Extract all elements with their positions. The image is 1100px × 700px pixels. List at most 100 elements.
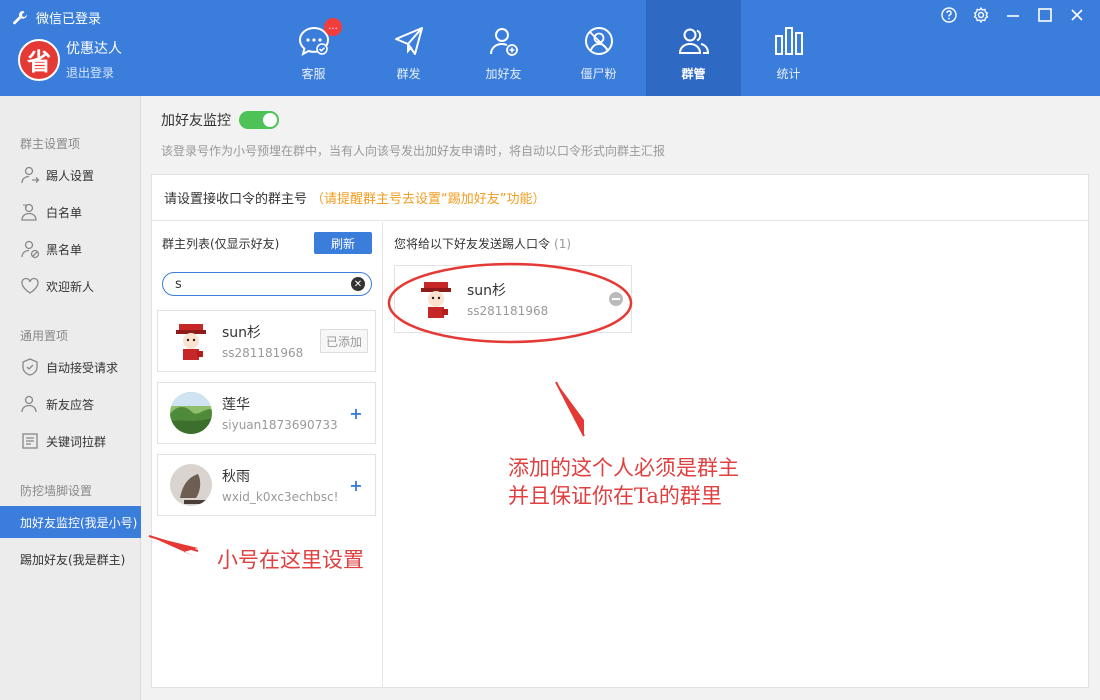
panel-header: 请设置接收口令的群主号 （请提醒群主号去设置“踢加好友”功能） — [152, 175, 1088, 221]
nav-item-statistics[interactable]: 统计 — [741, 0, 836, 96]
nav-label: 群发 — [396, 67, 421, 81]
heart-icon — [21, 277, 39, 294]
contact-id: ss281181968 — [222, 346, 304, 360]
nav-label: 群管 — [681, 67, 706, 81]
annotation-note-left: 小号在这里设置 — [217, 548, 364, 572]
sidebar-item-label: 踢加好友(我是群主) — [20, 552, 126, 567]
annotation-line: 并且保证你在Ta的群里 — [508, 484, 722, 508]
selected-header: 您将给以下好友发送踢人口令 (1) — [394, 235, 571, 252]
panel-title: 请设置接收口令的群主号 — [164, 192, 308, 207]
sidebar-item-label: 欢迎新人 — [46, 279, 95, 294]
contact-avatar — [170, 464, 212, 506]
remove-icon[interactable] — [609, 292, 623, 306]
window-controls — [940, 6, 1086, 24]
shield-icon — [22, 358, 38, 376]
left-sidebar: 群主设置项 踢人设置 白名单 黑名单 欢迎新人 通用置项 自动接受请求 新友应答… — [0, 96, 141, 700]
contact-name: sun杉 — [467, 283, 507, 299]
whitelist-icon — [21, 203, 37, 221]
help-icon[interactable] — [940, 6, 958, 24]
sidebar-item-label: 白名单 — [46, 205, 83, 220]
contact-avatar — [415, 278, 457, 320]
contact-name: sun杉 — [222, 325, 262, 341]
sidebar-item-welcome[interactable]: 欢迎新人 — [0, 270, 141, 302]
selected-title: 您将给以下好友发送踢人口令 — [394, 237, 551, 251]
selected-count: (1) — [554, 237, 572, 251]
contact-name: 秋雨 — [222, 469, 250, 485]
kick-user-icon — [21, 166, 40, 184]
contact-id: wxid_k0xc3echbsc! — [222, 490, 339, 504]
account-avatar[interactable]: 省 — [18, 38, 60, 81]
user-reply-icon — [21, 395, 37, 413]
sidebar-item-label: 加好友监控(我是小号) — [20, 515, 138, 530]
keyword-icon — [22, 433, 38, 449]
toggle-label: 加好友监控 — [161, 113, 231, 129]
top-header: 微信已登录 省 优惠达人 退出登录 ... 客服 群发 加好友 僵尸粉 群管 统… — [0, 0, 1100, 96]
list-item[interactable]: 秋雨 wxid_k0xc3echbsc! + — [157, 454, 376, 516]
contact-id: siyuan1873690733 — [222, 418, 338, 432]
nav-label: 客服 — [301, 67, 326, 81]
maximize-icon[interactable] — [1036, 6, 1054, 24]
owner-list-title: 群主列表(仅显示好友) — [162, 236, 280, 251]
sidebar-item-label: 黑名单 — [46, 242, 83, 257]
sidebar-item-friend-monitor[interactable]: 加好友监控(我是小号) — [0, 506, 141, 538]
refresh-button[interactable]: 刷新 — [314, 232, 372, 254]
contact-name: 莲华 — [222, 397, 250, 413]
clear-search-icon[interactable]: ✕ — [351, 277, 365, 291]
selected-contact-card[interactable]: sun杉 ss281181968 — [394, 265, 632, 333]
panel-warning: （请提醒群主号去设置“踢加好友”功能） — [311, 192, 546, 207]
settings-icon[interactable] — [972, 6, 990, 24]
sidebar-item-label: 踢人设置 — [46, 168, 95, 183]
nav-item-broadcast[interactable]: 群发 — [361, 0, 456, 96]
sidebar-item-label: 自动接受请求 — [46, 360, 119, 375]
stats-icon — [774, 27, 803, 55]
contact-avatar — [170, 392, 212, 434]
add-contact-button[interactable]: + — [347, 404, 365, 423]
main-nav: ... 客服 群发 加好友 僵尸粉 群管 统计 — [266, 0, 836, 96]
status-text: 微信已登录 — [36, 12, 102, 27]
list-item[interactable]: sun杉 ss281181968 已添加 — [157, 310, 376, 372]
logout-link[interactable]: 退出登录 — [66, 64, 122, 81]
nav-label: 加好友 — [485, 67, 522, 81]
send-icon — [394, 27, 423, 55]
main-content: 加好友监控 该登录号作为小号预埋在群中，当有人向该号发出加好友申请时，将自动以口… — [141, 96, 1100, 700]
close-icon[interactable] — [1068, 6, 1086, 24]
list-item[interactable]: 莲华 siyuan1873690733 + — [157, 382, 376, 444]
zombie-fans-icon — [584, 27, 613, 55]
add-friend-icon — [489, 28, 518, 56]
sidebar-item-label: 新友应答 — [46, 397, 95, 412]
search-input[interactable]: s ✕ — [162, 272, 372, 296]
account-profile: 省 优惠达人 退出登录 — [18, 38, 122, 81]
monitor-toggle-row: 加好友监控 — [161, 110, 279, 130]
sidebar-item-auto-accept[interactable]: 自动接受请求 — [0, 351, 141, 383]
search-value: s — [175, 276, 182, 292]
sidebar-item-new-friend-reply[interactable]: 新友应答 — [0, 388, 141, 420]
monitor-description: 该登录号作为小号预埋在群中，当有人向该号发出加好友申请时，将自动以口令形式向群主… — [161, 144, 666, 158]
owner-list-column: 群主列表(仅显示好友) 刷新 s ✕ sun杉 ss281181968 已添加 — [152, 222, 383, 689]
monitor-toggle[interactable] — [239, 111, 279, 129]
annotation-note-main: 添加的这个人必须是群主 并且保证你在Ta的群里 — [508, 454, 739, 510]
section-title-anti-poaching: 防挖墙脚设置 — [20, 484, 93, 498]
nav-label: 僵尸粉 — [580, 67, 617, 81]
login-status: 微信已登录 — [12, 8, 101, 27]
sidebar-item-kick-adders[interactable]: 踢加好友(我是群主) — [0, 543, 141, 575]
notification-badge: ... — [324, 18, 342, 36]
sidebar-item-kick-settings[interactable]: 踢人设置 — [0, 159, 141, 191]
sidebar-item-label: 关键词拉群 — [46, 434, 107, 449]
owner-list-header: 群主列表(仅显示好友) 刷新 — [162, 232, 372, 254]
nav-item-add-friend[interactable]: 加好友 — [456, 0, 551, 96]
annotation-line: 添加的这个人必须是群主 — [508, 456, 739, 480]
blacklist-icon — [21, 240, 40, 259]
section-title-general: 通用置项 — [20, 329, 69, 343]
add-contact-button[interactable]: + — [347, 476, 365, 495]
sidebar-item-keyword-group[interactable]: 关键词拉群 — [0, 425, 141, 457]
section-title-owner: 群主设置项 — [20, 137, 81, 151]
group-manage-icon — [678, 28, 709, 54]
contact-avatar — [170, 320, 212, 362]
sidebar-item-blacklist[interactable]: 黑名单 — [0, 233, 141, 265]
nav-item-group-manage[interactable]: 群管 — [646, 0, 741, 96]
nav-item-customer-service[interactable]: ... 客服 — [266, 0, 361, 96]
owner-panel: 请设置接收口令的群主号 （请提醒群主号去设置“踢加好友”功能） 群主列表(仅显示… — [151, 174, 1089, 689]
minimize-icon[interactable] — [1004, 6, 1022, 24]
nav-item-zombie-fans[interactable]: 僵尸粉 — [551, 0, 646, 96]
sidebar-item-whitelist[interactable]: 白名单 — [0, 196, 141, 228]
